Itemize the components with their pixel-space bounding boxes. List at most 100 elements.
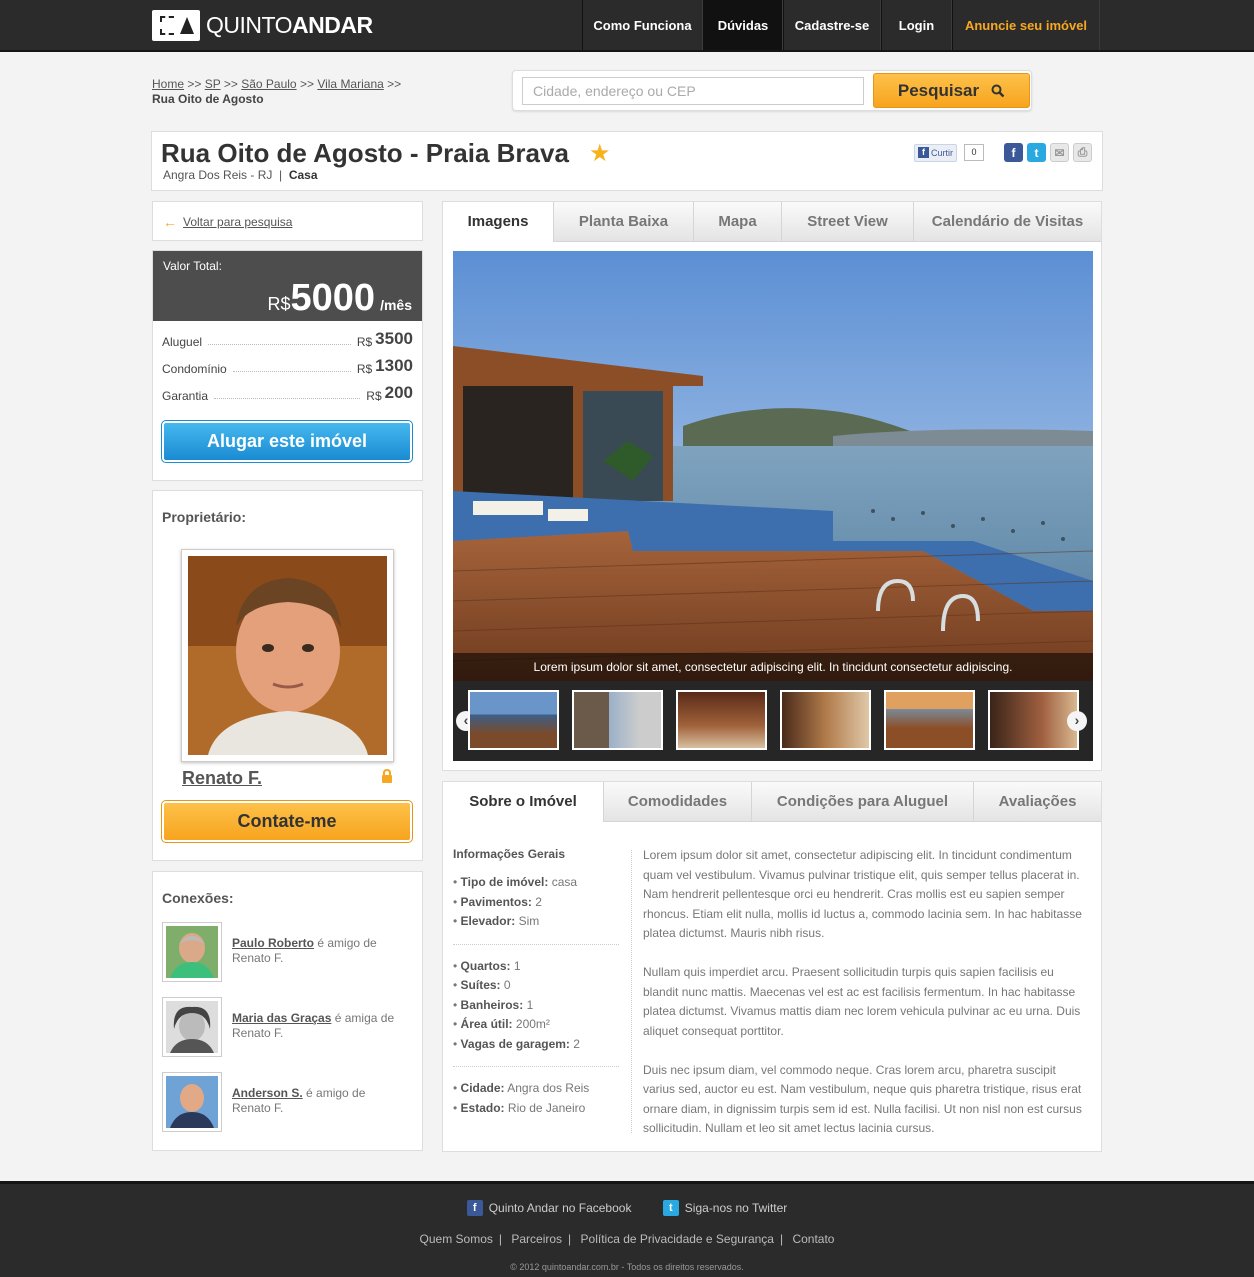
tab-planta-baixa[interactable]: Planta Baixa — [553, 202, 693, 242]
tab-street-view[interactable]: Street View — [781, 202, 913, 242]
description-paragraph: Lorem ipsum dolor sit amet, consectetur … — [643, 848, 1082, 940]
price-total-label: Valor Total: — [163, 259, 222, 273]
footer-link-quem-somos[interactable]: Quem Somos — [420, 1232, 493, 1246]
property-photo — [453, 251, 1093, 681]
connection-name[interactable]: Paulo Roberto — [232, 936, 314, 950]
thumbnail[interactable] — [572, 690, 663, 750]
info-box: Sobre o Imóvel Comodidades Condições par… — [442, 781, 1102, 1152]
footer-twitter-link[interactable]: t Siga-nos no Twitter — [662, 1200, 787, 1216]
main-nav: Como Funciona Dúvidas Cadastre-se Login … — [582, 0, 1100, 50]
description-paragraph: Duis nec ipsum diam, vel commodo neque. … — [643, 1062, 1082, 1136]
owner-name[interactable]: Renato F. — [182, 768, 262, 789]
thumbnail[interactable] — [676, 690, 767, 750]
listing-title: Rua Oito de Agosto - Praia Brava — [161, 138, 569, 168]
copyright: © 2012 quintoandar.com.br - Todos os dir… — [510, 1262, 744, 1272]
connection-item: Paulo Roberto é amigo de Renato F. — [162, 922, 414, 982]
footer-facebook-link[interactable]: f Quinto Andar no Facebook — [466, 1200, 631, 1216]
description: Lorem ipsum dolor sit amet, consectetur … — [643, 846, 1091, 1158]
price-box: Valor Total: R$5000 /mês Aluguel R$ 3500 C… — [152, 250, 423, 481]
avatar[interactable] — [162, 1072, 222, 1132]
back-to-search-link[interactable]: ← Voltar para pesquisa — [163, 214, 292, 230]
info-item: • Área útil: 200m² — [453, 1017, 550, 1031]
general-info: Informações Gerais • Tipo de imóvel: cas… — [453, 847, 623, 1120]
thumbnail[interactable] — [988, 690, 1079, 750]
rent-button[interactable]: Alugar este imóvel — [161, 420, 413, 463]
lock-icon — [382, 769, 392, 783]
footer-link-privacidade[interactable]: Política de Privacidade e Segurança — [581, 1232, 774, 1246]
info-item: • Cidade: Angra dos Reis — [453, 1081, 590, 1095]
info-item: • Elevador: Sim — [453, 914, 540, 928]
price-row-garantia: Garantia R$ 200 — [162, 383, 413, 403]
tab-comodidades[interactable]: Comodidades — [603, 782, 751, 822]
search-box: Pesquisar — [512, 70, 1032, 111]
facebook-icon: f — [466, 1200, 483, 1216]
tab-calendario[interactable]: Calendário de Visitas — [913, 202, 1101, 242]
thumbnail[interactable] — [468, 690, 559, 750]
breadcrumb-current: Rua Oito de Agosto — [152, 92, 264, 106]
breadcrumb-vila-mariana[interactable]: Vila Mariana — [317, 77, 383, 91]
avatar[interactable] — [162, 997, 222, 1057]
breadcrumb-sao-paulo[interactable]: São Paulo — [241, 77, 296, 91]
tab-imagens[interactable]: Imagens — [443, 202, 553, 242]
nav-login[interactable]: Login — [881, 0, 952, 50]
price-total: Valor Total: R$5000 /mês — [153, 251, 422, 321]
favorite-star-icon[interactable]: ★ — [589, 139, 611, 168]
facebook-like-button[interactable]: f Curtir — [914, 143, 957, 162]
nav-como-funciona[interactable]: Como Funciona — [582, 0, 703, 50]
info-item: • Quartos: 1 — [453, 958, 521, 973]
footer-link-contato[interactable]: Contato — [792, 1232, 834, 1246]
contact-button[interactable]: Contate-me — [161, 800, 413, 843]
connection-name[interactable]: Anderson S. — [232, 1086, 303, 1100]
description-paragraph: Nullam quis imperdiet arcu. Praesent sol… — [643, 965, 1081, 1038]
listing-header: Rua Oito de Agosto - Praia Brava ★ Angra… — [151, 131, 1103, 191]
tab-mapa[interactable]: Mapa — [693, 202, 781, 242]
footer-link-parceiros[interactable]: Parceiros — [511, 1232, 562, 1246]
connection-item: Anderson S. é amigo de Renato F. — [162, 1072, 414, 1132]
search-input[interactable] — [522, 77, 864, 105]
thumbnail[interactable] — [780, 690, 871, 750]
breadcrumb-sp[interactable]: SP — [205, 77, 221, 91]
owner-box: Proprietário: Renato F. Contate-me — [152, 490, 423, 861]
divider — [453, 1066, 619, 1067]
logo[interactable]: QUINTOANDAR — [152, 10, 373, 41]
gallery-tabs: Imagens Planta Baixa Mapa Street View Ca… — [443, 202, 1101, 242]
main-photo[interactable]: Lorem ipsum dolor sit amet, consectetur … — [453, 251, 1093, 761]
tab-condicoes[interactable]: Condições para Aluguel — [751, 782, 973, 822]
owner-heading: Proprietário: — [162, 509, 247, 525]
logo-text: QUINTOANDAR — [206, 12, 373, 38]
avatar[interactable] — [162, 922, 222, 982]
print-icon[interactable]: ⎙ — [1073, 143, 1092, 162]
nav-duvidas[interactable]: Dúvidas — [703, 0, 783, 50]
thumbnail[interactable] — [884, 690, 975, 750]
connection-name[interactable]: Maria das Graças — [232, 1011, 331, 1025]
breadcrumb-home[interactable]: Home — [152, 77, 184, 91]
connection-text: Maria das Graças é amiga de Renato F. — [232, 1011, 395, 1040]
info-item: • Suítes: 0 — [453, 978, 511, 992]
breadcrumb-separator: >> — [223, 77, 238, 91]
tab-sobre[interactable]: Sobre o Imóvel — [443, 782, 603, 822]
back-link-label: Voltar para pesquisa — [183, 215, 293, 229]
info-item: • Estado: Rio de Janeiro — [453, 1100, 586, 1115]
connection-text: Anderson S. é amigo de Renato F. — [232, 1086, 366, 1115]
footer: f Quinto Andar no Facebook t Siga-nos no T… — [0, 1181, 1254, 1277]
tab-avaliacoes[interactable]: Avaliações — [973, 782, 1101, 822]
owner-avatar — [181, 549, 394, 762]
connection-text: Paulo Roberto é amigo de Renato F. — [232, 936, 377, 965]
facebook-icon: f — [918, 147, 929, 158]
search-button[interactable]: Pesquisar — [873, 73, 1030, 108]
footer-links: Quem Somos | Parceiros | Política de Priva… — [419, 1232, 835, 1246]
search-icon — [991, 84, 1005, 97]
chevron-right-icon[interactable]: › — [1067, 711, 1087, 731]
divider: | — [279, 168, 283, 182]
divider — [453, 943, 619, 945]
nav-cadastre-se[interactable]: Cadastre-se — [783, 0, 881, 50]
email-icon[interactable]: ✉ — [1050, 143, 1069, 162]
twitter-icon[interactable]: t — [1027, 143, 1046, 162]
price-total-value: R$5000 /mês — [267, 277, 413, 319]
facebook-icon[interactable]: f — [1004, 143, 1023, 162]
connections-box: Conexões: Paulo Roberto é amigo de Renato… — [152, 871, 423, 1151]
info-item: • Tipo de imóvel: casa — [453, 875, 578, 889]
nav-anuncie[interactable]: Anuncie seu imóvel — [952, 0, 1100, 50]
photo-caption: Lorem ipsum dolor sit amet, consectetur … — [453, 653, 1093, 681]
search-button-label: Pesquisar — [897, 80, 980, 100]
